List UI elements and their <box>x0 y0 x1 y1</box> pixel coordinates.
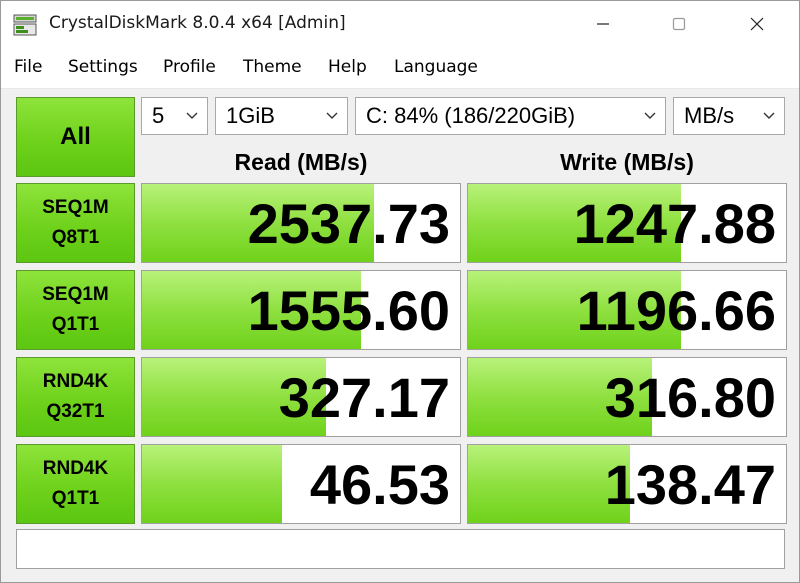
crystaldiskmark-icon <box>13 14 37 36</box>
test-size-select[interactable]: 1GiB <box>215 97 348 135</box>
read-bar <box>142 445 282 523</box>
write-value: 138.47 <box>604 453 776 516</box>
read-result-cell: 46.53 <box>141 444 461 524</box>
write-column-header: Write (MB/s) <box>560 149 694 175</box>
chevron-down-icon <box>644 112 656 119</box>
seq1m-q8t1-button[interactable]: SEQ1M Q8T1 <box>16 183 135 263</box>
minimize-icon <box>597 23 609 25</box>
chevron-down-icon <box>186 112 198 119</box>
write-value: 316.80 <box>604 366 776 429</box>
read-result-cell: 1555.60 <box>141 270 461 350</box>
menu-theme[interactable]: Theme <box>243 57 302 77</box>
write-result-cell: 138.47 <box>467 444 787 524</box>
chevron-down-icon <box>763 112 775 119</box>
menu-bar: File Settings Profile Theme Help Languag… <box>1 47 799 89</box>
test-count-select[interactable]: 5 <box>141 97 208 135</box>
test-size-value: 1GiB <box>226 103 275 128</box>
rnd4k-q32t1-button[interactable]: RND4K Q32T1 <box>16 357 135 437</box>
row-label-line2: Q8T1 <box>51 227 100 248</box>
read-result-cell: 327.17 <box>141 357 461 437</box>
maximize-icon <box>672 17 686 31</box>
menu-profile[interactable]: Profile <box>163 57 216 77</box>
drive-select[interactable]: C: 84% (186/220GiB) <box>355 97 666 135</box>
unit-select[interactable]: MB/s <box>673 97 785 135</box>
window-title: CrystalDiskMark 8.0.4 x64 [Admin] <box>49 13 346 33</box>
menu-settings[interactable]: Settings <box>68 57 138 77</box>
row-label-line1: SEQ1M <box>42 197 109 218</box>
row-label-line2: Q1T1 <box>51 314 100 335</box>
menu-file[interactable]: File <box>14 57 42 77</box>
seq1m-q1t1-button[interactable]: SEQ1M Q1T1 <box>16 270 135 350</box>
write-value: 1196.66 <box>576 279 776 342</box>
read-value: 1555.60 <box>247 279 450 342</box>
comment-input[interactable] <box>16 529 785 569</box>
read-value: 46.53 <box>309 453 450 516</box>
menu-help[interactable]: Help <box>328 57 367 77</box>
row-label-line1: SEQ1M <box>42 284 109 305</box>
read-value: 327.17 <box>278 366 450 429</box>
menu-language[interactable]: Language <box>394 57 478 77</box>
main-panel: All 5 1GiB C: 84% (186/220GiB) MB/s Read… <box>1 89 799 582</box>
title-bar: CrystalDiskMark 8.0.4 x64 [Admin] <box>1 1 799 47</box>
close-button[interactable] <box>727 1 787 47</box>
all-button[interactable]: All <box>16 97 135 177</box>
row-label-line1: RND4K <box>42 458 109 479</box>
read-value: 2537.73 <box>247 192 450 255</box>
read-result-cell: 2537.73 <box>141 183 461 263</box>
drive-value: C: 84% (186/220GiB) <box>366 103 576 128</box>
write-result-cell: 1247.88 <box>467 183 787 263</box>
unit-value: MB/s <box>684 103 735 128</box>
write-value: 1247.88 <box>573 192 776 255</box>
read-column-header: Read (MB/s) <box>234 149 368 175</box>
chevron-down-icon <box>326 112 338 119</box>
close-icon <box>750 17 764 31</box>
row-label-line1: RND4K <box>42 371 109 392</box>
row-label-line2: Q32T1 <box>46 401 105 422</box>
test-count-value: 5 <box>152 103 165 128</box>
maximize-button[interactable] <box>649 1 709 47</box>
write-result-cell: 1196.66 <box>467 270 787 350</box>
app-window: CrystalDiskMark 8.0.4 x64 [Admin] File S… <box>0 0 800 583</box>
row-label-line2: Q1T1 <box>51 488 100 509</box>
rnd4k-q1t1-button[interactable]: RND4K Q1T1 <box>16 444 135 524</box>
minimize-button[interactable] <box>573 1 633 47</box>
write-result-cell: 316.80 <box>467 357 787 437</box>
